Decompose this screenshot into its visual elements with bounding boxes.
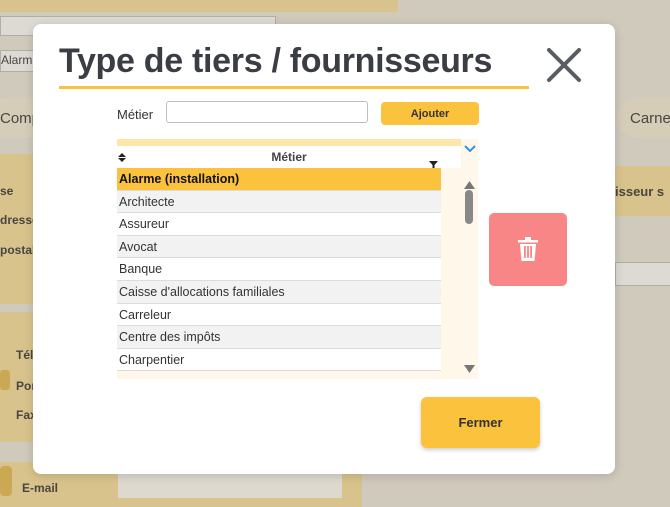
close-icon[interactable] [545, 46, 583, 84]
metier-table: Métier Alarme (installation) Architecte … [117, 139, 478, 379]
table-row[interactable]: Assureur [117, 213, 441, 236]
scroll-down-icon[interactable] [464, 360, 475, 378]
trash-icon [518, 237, 538, 261]
title-underline [59, 86, 529, 89]
table-row[interactable]: Architecte [117, 190, 441, 214]
modal-dialog: Type de tiers / fournisseurs Métier Ajou… [33, 24, 615, 474]
column-header-metier: Métier [271, 150, 307, 164]
metier-label: Métier [117, 107, 154, 122]
table-scrollbar[interactable] [461, 168, 478, 379]
add-button[interactable]: Ajouter [381, 102, 479, 125]
table-top-bar [117, 139, 461, 146]
scroll-thumb[interactable] [465, 190, 473, 224]
table-row[interactable]: Carreleur [117, 303, 441, 327]
table-row[interactable]: Centre des impôts [117, 326, 441, 349]
table-row[interactable]: Banque [117, 258, 441, 281]
delete-button[interactable] [489, 213, 567, 286]
table-rows: Alarme (installation) Architecte Assureu… [117, 168, 441, 372]
table-row[interactable]: Alarme (installation) [117, 168, 441, 191]
table-row[interactable]: Avocat [117, 235, 441, 259]
table-header[interactable]: Métier [117, 146, 461, 170]
fermer-button[interactable]: Fermer [421, 397, 540, 448]
table-row[interactable]: Charpentier [117, 348, 441, 372]
chevron-down-icon[interactable] [463, 141, 477, 159]
modal-title: Type de tiers / fournisseurs [59, 42, 493, 80]
metier-input[interactable] [166, 101, 368, 123]
table-row[interactable]: Caisse d'allocations familiales [117, 280, 441, 304]
